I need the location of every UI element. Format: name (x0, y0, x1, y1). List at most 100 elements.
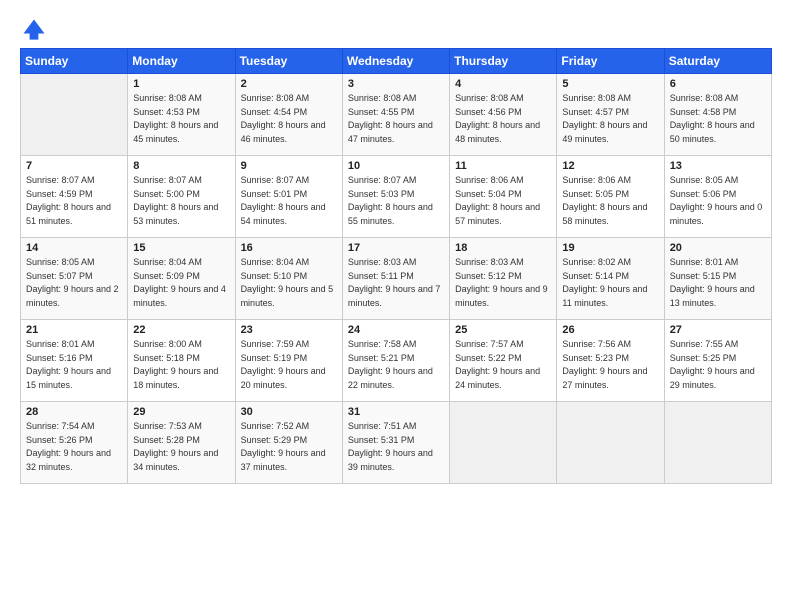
day-info: Sunrise: 8:07 AMSunset: 5:03 PMDaylight:… (348, 174, 444, 228)
day-number: 29 (133, 406, 229, 418)
weekday-row: SundayMondayTuesdayWednesdayThursdayFrid… (21, 49, 772, 74)
day-info: Sunrise: 7:59 AMSunset: 5:19 PMDaylight:… (241, 338, 337, 392)
weekday-header-friday: Friday (557, 49, 664, 74)
calendar-cell: 9 Sunrise: 8:07 AMSunset: 5:01 PMDayligh… (235, 156, 342, 238)
weekday-header-wednesday: Wednesday (342, 49, 449, 74)
day-number: 15 (133, 242, 229, 254)
weekday-header-monday: Monday (128, 49, 235, 74)
calendar-cell: 18 Sunrise: 8:03 AMSunset: 5:12 PMDaylig… (450, 238, 557, 320)
calendar-cell: 8 Sunrise: 8:07 AMSunset: 5:00 PMDayligh… (128, 156, 235, 238)
day-info: Sunrise: 8:04 AMSunset: 5:09 PMDaylight:… (133, 256, 229, 310)
day-info: Sunrise: 7:52 AMSunset: 5:29 PMDaylight:… (241, 420, 337, 474)
calendar-cell: 22 Sunrise: 8:00 AMSunset: 5:18 PMDaylig… (128, 320, 235, 402)
weekday-header-thursday: Thursday (450, 49, 557, 74)
day-info: Sunrise: 8:08 AMSunset: 4:57 PMDaylight:… (562, 92, 658, 146)
calendar-cell: 23 Sunrise: 7:59 AMSunset: 5:19 PMDaylig… (235, 320, 342, 402)
day-number: 4 (455, 78, 551, 90)
calendar-cell: 11 Sunrise: 8:06 AMSunset: 5:04 PMDaylig… (450, 156, 557, 238)
day-number: 21 (26, 324, 122, 336)
calendar-cell: 28 Sunrise: 7:54 AMSunset: 5:26 PMDaylig… (21, 402, 128, 484)
logo-icon (20, 16, 48, 44)
day-number: 10 (348, 160, 444, 172)
day-number: 8 (133, 160, 229, 172)
day-info: Sunrise: 8:06 AMSunset: 5:04 PMDaylight:… (455, 174, 551, 228)
calendar-cell (21, 74, 128, 156)
calendar-cell: 25 Sunrise: 7:57 AMSunset: 5:22 PMDaylig… (450, 320, 557, 402)
calendar-cell: 26 Sunrise: 7:56 AMSunset: 5:23 PMDaylig… (557, 320, 664, 402)
day-info: Sunrise: 8:02 AMSunset: 5:14 PMDaylight:… (562, 256, 658, 310)
calendar-cell: 24 Sunrise: 7:58 AMSunset: 5:21 PMDaylig… (342, 320, 449, 402)
day-info: Sunrise: 8:01 AMSunset: 5:16 PMDaylight:… (26, 338, 122, 392)
day-number: 18 (455, 242, 551, 254)
calendar-cell: 7 Sunrise: 8:07 AMSunset: 4:59 PMDayligh… (21, 156, 128, 238)
day-number: 19 (562, 242, 658, 254)
day-info: Sunrise: 8:07 AMSunset: 5:00 PMDaylight:… (133, 174, 229, 228)
day-number: 1 (133, 78, 229, 90)
day-number: 12 (562, 160, 658, 172)
calendar-cell: 16 Sunrise: 8:04 AMSunset: 5:10 PMDaylig… (235, 238, 342, 320)
day-number: 3 (348, 78, 444, 90)
calendar-cell: 19 Sunrise: 8:02 AMSunset: 5:14 PMDaylig… (557, 238, 664, 320)
calendar-body: 1 Sunrise: 8:08 AMSunset: 4:53 PMDayligh… (21, 74, 772, 484)
day-number: 2 (241, 78, 337, 90)
day-number: 28 (26, 406, 122, 418)
day-number: 26 (562, 324, 658, 336)
day-number: 11 (455, 160, 551, 172)
day-info: Sunrise: 7:51 AMSunset: 5:31 PMDaylight:… (348, 420, 444, 474)
day-info: Sunrise: 8:08 AMSunset: 4:55 PMDaylight:… (348, 92, 444, 146)
calendar-cell: 17 Sunrise: 8:03 AMSunset: 5:11 PMDaylig… (342, 238, 449, 320)
calendar-cell: 30 Sunrise: 7:52 AMSunset: 5:29 PMDaylig… (235, 402, 342, 484)
calendar-table: SundayMondayTuesdayWednesdayThursdayFrid… (20, 48, 772, 484)
day-info: Sunrise: 8:07 AMSunset: 5:01 PMDaylight:… (241, 174, 337, 228)
calendar-cell: 2 Sunrise: 8:08 AMSunset: 4:54 PMDayligh… (235, 74, 342, 156)
weekday-header-tuesday: Tuesday (235, 49, 342, 74)
day-number: 22 (133, 324, 229, 336)
day-number: 20 (670, 242, 766, 254)
calendar-cell: 31 Sunrise: 7:51 AMSunset: 5:31 PMDaylig… (342, 402, 449, 484)
calendar-header: SundayMondayTuesdayWednesdayThursdayFrid… (21, 49, 772, 74)
day-info: Sunrise: 8:05 AMSunset: 5:07 PMDaylight:… (26, 256, 122, 310)
day-info: Sunrise: 8:05 AMSunset: 5:06 PMDaylight:… (670, 174, 766, 228)
day-info: Sunrise: 8:01 AMSunset: 5:15 PMDaylight:… (670, 256, 766, 310)
calendar-cell: 14 Sunrise: 8:05 AMSunset: 5:07 PMDaylig… (21, 238, 128, 320)
week-row-2: 14 Sunrise: 8:05 AMSunset: 5:07 PMDaylig… (21, 238, 772, 320)
logo (20, 16, 52, 44)
day-info: Sunrise: 7:53 AMSunset: 5:28 PMDaylight:… (133, 420, 229, 474)
day-number: 17 (348, 242, 444, 254)
calendar-cell: 3 Sunrise: 8:08 AMSunset: 4:55 PMDayligh… (342, 74, 449, 156)
calendar-cell (664, 402, 771, 484)
day-number: 9 (241, 160, 337, 172)
day-info: Sunrise: 7:55 AMSunset: 5:25 PMDaylight:… (670, 338, 766, 392)
day-number: 5 (562, 78, 658, 90)
day-info: Sunrise: 7:58 AMSunset: 5:21 PMDaylight:… (348, 338, 444, 392)
weekday-header-sunday: Sunday (21, 49, 128, 74)
day-number: 16 (241, 242, 337, 254)
calendar-cell: 29 Sunrise: 7:53 AMSunset: 5:28 PMDaylig… (128, 402, 235, 484)
calendar-cell: 13 Sunrise: 8:05 AMSunset: 5:06 PMDaylig… (664, 156, 771, 238)
calendar-cell: 6 Sunrise: 8:08 AMSunset: 4:58 PMDayligh… (664, 74, 771, 156)
calendar-cell: 21 Sunrise: 8:01 AMSunset: 5:16 PMDaylig… (21, 320, 128, 402)
week-row-0: 1 Sunrise: 8:08 AMSunset: 4:53 PMDayligh… (21, 74, 772, 156)
day-info: Sunrise: 7:57 AMSunset: 5:22 PMDaylight:… (455, 338, 551, 392)
weekday-header-saturday: Saturday (664, 49, 771, 74)
calendar-cell: 10 Sunrise: 8:07 AMSunset: 5:03 PMDaylig… (342, 156, 449, 238)
day-info: Sunrise: 8:00 AMSunset: 5:18 PMDaylight:… (133, 338, 229, 392)
week-row-3: 21 Sunrise: 8:01 AMSunset: 5:16 PMDaylig… (21, 320, 772, 402)
calendar-cell: 12 Sunrise: 8:06 AMSunset: 5:05 PMDaylig… (557, 156, 664, 238)
day-number: 23 (241, 324, 337, 336)
week-row-4: 28 Sunrise: 7:54 AMSunset: 5:26 PMDaylig… (21, 402, 772, 484)
calendar-cell: 4 Sunrise: 8:08 AMSunset: 4:56 PMDayligh… (450, 74, 557, 156)
week-row-1: 7 Sunrise: 8:07 AMSunset: 4:59 PMDayligh… (21, 156, 772, 238)
day-info: Sunrise: 7:54 AMSunset: 5:26 PMDaylight:… (26, 420, 122, 474)
day-info: Sunrise: 8:08 AMSunset: 4:58 PMDaylight:… (670, 92, 766, 146)
day-number: 7 (26, 160, 122, 172)
day-info: Sunrise: 8:03 AMSunset: 5:12 PMDaylight:… (455, 256, 551, 310)
day-number: 14 (26, 242, 122, 254)
day-number: 31 (348, 406, 444, 418)
day-number: 24 (348, 324, 444, 336)
day-info: Sunrise: 8:07 AMSunset: 4:59 PMDaylight:… (26, 174, 122, 228)
day-info: Sunrise: 7:56 AMSunset: 5:23 PMDaylight:… (562, 338, 658, 392)
calendar-cell (450, 402, 557, 484)
day-number: 25 (455, 324, 551, 336)
day-info: Sunrise: 8:03 AMSunset: 5:11 PMDaylight:… (348, 256, 444, 310)
